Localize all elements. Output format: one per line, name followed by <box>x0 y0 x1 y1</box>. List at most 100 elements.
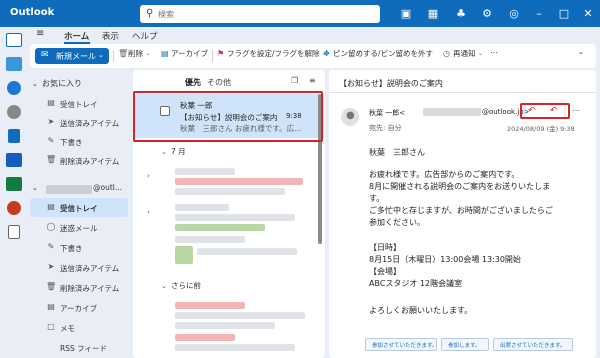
folder-junk[interactable]: ◯ 迷惑メール <box>30 218 128 237</box>
reply-icon[interactable]: ↶ <box>528 106 536 116</box>
sender-name[interactable]: 秋葉 一郎< <box>369 108 405 118</box>
account-suffix: @outl... <box>93 183 123 192</box>
calendar-app-icon[interactable] <box>6 57 22 71</box>
snooze-label: 再通知 <box>453 49 476 58</box>
suggested-reply-button[interactable]: 参加させていただきます。 <box>365 338 437 351</box>
compose-icon: ✉ <box>41 50 49 60</box>
tab-help[interactable]: ヘルプ <box>132 30 158 42</box>
teams-icon[interactable]: ▣ <box>398 7 414 20</box>
group-label: さらに前 <box>171 281 201 290</box>
pencil-icon: ✎ <box>47 242 55 251</box>
filter-icon[interactable]: ≡ <box>309 76 316 85</box>
fav-deleted[interactable]: 🗑 削除済みアイテム <box>30 151 128 170</box>
chevron-right-icon[interactable]: › <box>147 172 150 180</box>
flag-button[interactable]: ⚑ フラグを設定/フラグを解除 ⌄ <box>217 48 332 64</box>
hamburger-icon[interactable]: ≡ <box>36 28 44 39</box>
tab-view[interactable]: 表示 <box>102 30 119 42</box>
trash-icon: 🗑 <box>118 49 129 58</box>
close-icon[interactable]: ✕ <box>580 7 596 20</box>
folder-label: 削除済みアイテム <box>60 157 120 166</box>
chevron-down-icon: ⌄ <box>32 80 38 88</box>
chevron-down-icon[interactable]: ⌄ <box>145 50 155 57</box>
chevron-down-icon: ⌄ <box>161 148 167 156</box>
person-icon: ● <box>346 110 355 121</box>
account-header[interactable]: ⌄ @outl... <box>32 183 130 194</box>
bell-icon[interactable]: ♣ <box>453 7 469 20</box>
folder-drafts[interactable]: ✎ 下書き <box>30 238 128 257</box>
body-line: 【会場】 <box>369 267 401 276</box>
folder-label: 下書き <box>60 138 83 147</box>
more-options-icon[interactable]: ⋯ <box>572 106 580 115</box>
minimize-icon[interactable]: – <box>531 7 547 20</box>
body-line: 8月15日（木曜日）13:00会場 13:30開始 <box>369 255 521 264</box>
selected-message-highlight <box>133 91 323 142</box>
select-mode-icon[interactable]: ❒ <box>291 76 298 85</box>
suggested-reply-button[interactable]: 出席させていただきます。 <box>493 338 573 351</box>
folder-label: 下書き <box>60 244 83 253</box>
folder-deleted[interactable]: 🗑 削除済みアイテム <box>30 278 128 297</box>
group-header-older[interactable]: ⌄ さらに前 <box>161 280 201 291</box>
fav-drafts[interactable]: ✎ 下書き <box>30 132 128 151</box>
ribbon-tabs: ≡ ホーム 表示 ヘルプ <box>28 27 600 44</box>
archive-button[interactable]: ▤ アーカイブ <box>161 48 208 64</box>
folder-rss[interactable]: RSS フィード <box>30 338 128 357</box>
shield-icon: ◯ <box>46 222 56 231</box>
maximize-icon[interactable]: □ <box>556 7 572 20</box>
todo-app-icon[interactable] <box>8 129 20 143</box>
archive-icon: ▤ <box>161 49 169 58</box>
chevron-down-icon[interactable]: ⌄ <box>478 50 488 57</box>
avatar[interactable]: ● <box>341 108 359 126</box>
flag-label: フラグを設定/フラグを解除 <box>227 49 320 58</box>
suggested-reply-label: 参加します。 <box>448 343 481 349</box>
folder-label: メモ <box>60 324 75 333</box>
fav-inbox[interactable]: ▤ 受信トレイ <box>30 94 128 113</box>
tab-focused[interactable]: 優先 <box>185 77 201 88</box>
new-mail-button[interactable]: ✉ 新規メール ⌄ <box>35 48 109 64</box>
folder-label: アーカイブ <box>60 304 98 313</box>
folder-archive[interactable]: ▤ アーカイブ <box>30 298 128 317</box>
pin-icon: ❖ <box>323 49 331 58</box>
people-app-icon[interactable] <box>7 81 21 95</box>
tab-home[interactable]: ホーム <box>64 30 89 42</box>
chevron-down-icon[interactable]: ⌄ <box>98 51 104 59</box>
chevron-right-icon[interactable]: › <box>147 208 150 216</box>
suggested-reply-button[interactable]: 参加します。 <box>441 338 489 351</box>
folder-notes[interactable]: □ メモ <box>30 318 128 337</box>
powerpoint-app-icon[interactable] <box>7 201 21 215</box>
reply-all-icon[interactable]: ↶ <box>550 106 558 116</box>
search-box[interactable]: ⚲ <box>140 5 380 23</box>
settings-icon[interactable]: ⚙ <box>479 7 495 20</box>
trash-icon: 🗑 <box>46 155 57 164</box>
snooze-button[interactable]: ◷ 再通知 ⌄ <box>443 48 488 64</box>
pin-button[interactable]: ❖ ピン留めする/ピン留めを外す <box>323 48 433 64</box>
divider <box>113 50 114 62</box>
delete-button[interactable]: 🗑削除 ⌄ <box>118 48 155 64</box>
body-line: よろしくお願いいたします。 <box>369 306 473 315</box>
folder-sent[interactable]: ➤ 送信済みアイテム <box>30 258 128 277</box>
folder-inbox[interactable]: ▤ 受信トレイ <box>30 198 128 217</box>
excel-app-icon[interactable] <box>6 177 22 191</box>
folder-label: 受信トレイ <box>60 100 98 109</box>
group-header-july[interactable]: ⌄ 7 月 <box>161 146 186 157</box>
favorites-header[interactable]: ⌄ お気に入り <box>32 78 82 89</box>
chevron-down-icon: ⌄ <box>32 184 38 192</box>
lightbulb-icon[interactable]: ◎ <box>506 7 522 20</box>
title-bar: Outlook ⚲ ▣ ▦ ♣ ⚙ ◎ – □ ✕ <box>0 0 600 27</box>
folder-label: 送信済みアイテム <box>60 119 120 128</box>
folder-label: 受信トレイ <box>60 204 98 213</box>
body-line: 8月に開催される説明会のご案内をお送りいたしま <box>369 182 551 191</box>
groups-app-icon[interactable] <box>7 105 21 119</box>
fav-sent[interactable]: ➤ 送信済みアイテム <box>30 113 128 132</box>
mail-app-icon[interactable] <box>6 33 22 47</box>
more-apps-icon[interactable] <box>8 225 20 239</box>
calendar-icon[interactable]: ▦ <box>425 7 441 20</box>
ribbon-expand-icon[interactable]: ⌄ <box>578 48 584 64</box>
pin-label: ピン留めする/ピン留めを外す <box>333 49 434 58</box>
message-date: 2024/08/09 (金) 9:38 <box>507 125 575 133</box>
trash-icon: 🗑 <box>46 282 57 291</box>
tab-other[interactable]: その他 <box>207 77 231 88</box>
search-input[interactable] <box>158 7 368 21</box>
clock-icon: ◷ <box>443 49 450 58</box>
word-app-icon[interactable] <box>6 153 22 167</box>
more-options-icon[interactable]: ⋯ <box>490 48 498 64</box>
